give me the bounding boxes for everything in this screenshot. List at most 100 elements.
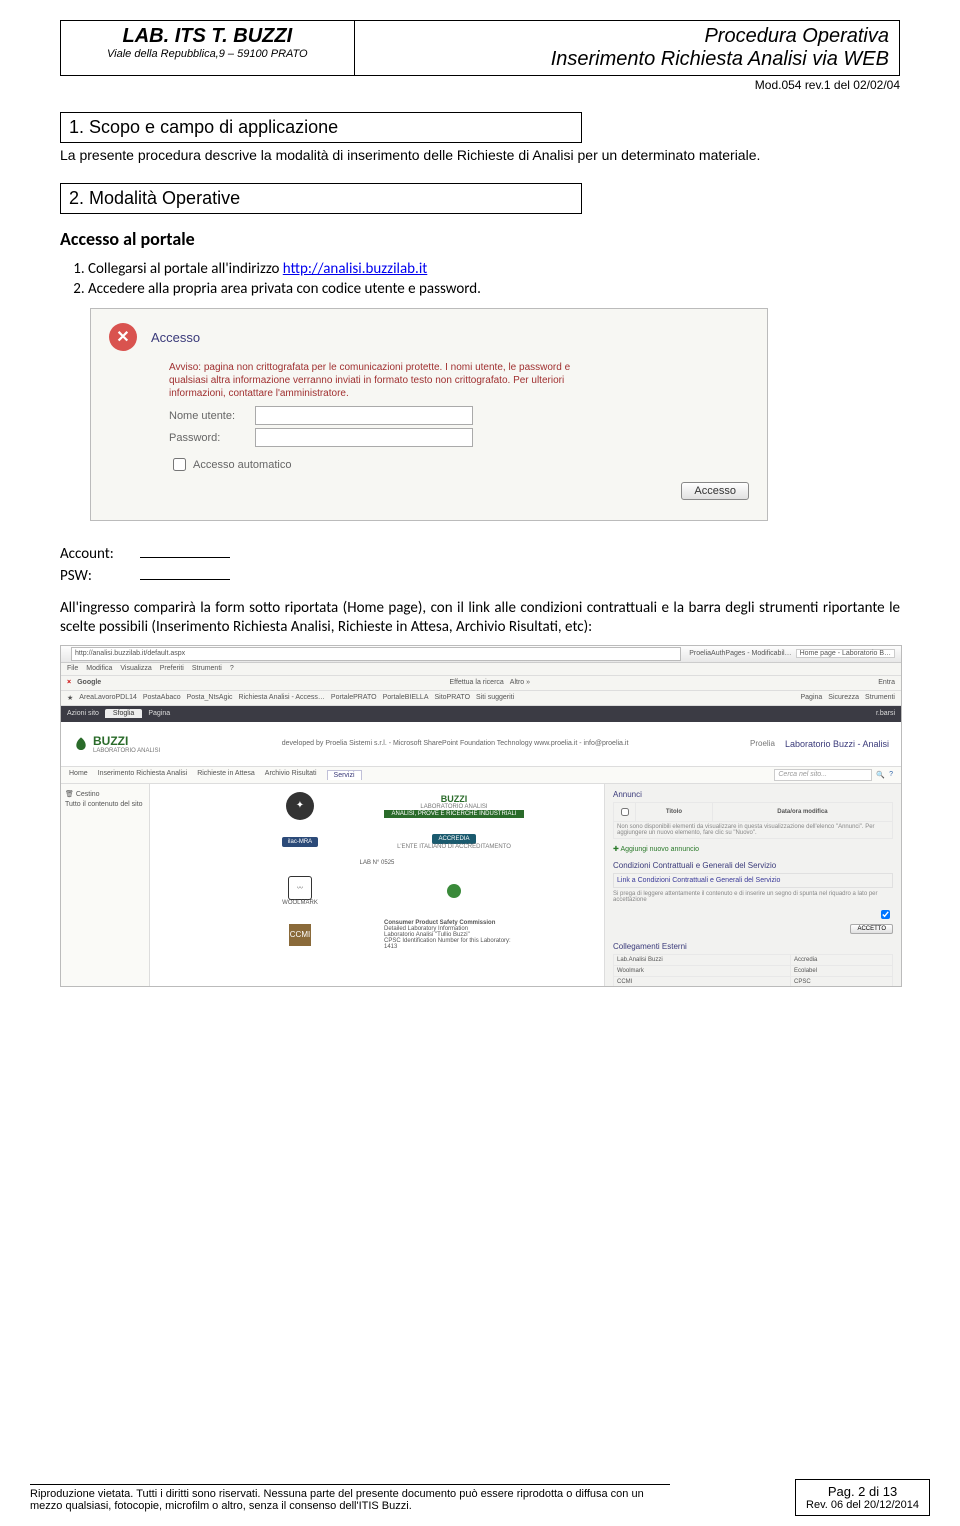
menu-strumenti[interactable]: Strumenti xyxy=(192,665,222,672)
favright-1[interactable]: Sicurezza xyxy=(828,694,859,701)
login-screenshot: ✕ Accesso Avviso: pagina non crittografa… xyxy=(90,308,768,521)
nav-archivio[interactable]: Archivio Risultati xyxy=(265,770,317,780)
menu-visualizza[interactable]: Visualizza xyxy=(120,665,151,672)
fav-1[interactable]: PostaAbaco xyxy=(143,694,181,701)
nav-home[interactable]: Home xyxy=(69,770,88,780)
ccmi-icon: CCMI xyxy=(289,924,311,946)
section-1-title: 1. Scopo e campo di applicazione xyxy=(60,112,582,143)
footer-page: Pag. 2 di 13 xyxy=(806,1484,919,1499)
link-ecolabel[interactable]: Ecolabel xyxy=(791,965,893,976)
lab-number: LAB N° 0525 xyxy=(160,860,594,866)
password-input[interactable] xyxy=(255,428,473,447)
username-input[interactable] xyxy=(255,406,473,425)
browser-tab-2[interactable]: Home page - Laboratorio B… xyxy=(796,649,895,658)
emblem-icon: ✦ xyxy=(286,792,314,820)
footer-rev: Rev. 06 del 20/12/2014 xyxy=(806,1499,919,1511)
annunci-th-data: Data/ora modifica xyxy=(712,802,892,821)
woolmark-label: WOOLMARK xyxy=(230,900,370,906)
accredia-badge: ACCREDIA xyxy=(432,834,475,844)
collegamenti-title: Collegamenti Esterni xyxy=(613,942,893,951)
annunci-empty: Non sono disponibili elementi da visuali… xyxy=(614,821,893,838)
step-1: Collegarsi al portale all'indirizzo http… xyxy=(88,260,900,278)
proelia-logo: Proelia xyxy=(750,739,775,748)
username-label: Nome utente: xyxy=(169,410,249,422)
search-icon[interactable]: 🔍 xyxy=(876,771,885,779)
auto-login-checkbox[interactable] xyxy=(173,458,186,471)
woolmark-icon: 〰 xyxy=(288,876,312,900)
menu-help[interactable]: ? xyxy=(230,665,234,672)
steps-list: Collegarsi al portale all'indirizzo http… xyxy=(88,260,900,298)
login-warning: Avviso: pagina non crittografata per le … xyxy=(169,361,599,400)
error-icon: ✕ xyxy=(109,323,137,351)
search-hint[interactable]: Effettua la ricerca xyxy=(449,679,503,686)
link-ccmi[interactable]: CCMI xyxy=(614,976,791,987)
browser-tab-1[interactable]: ProeliaAuthPages - Modificabil… xyxy=(689,650,791,657)
fav-6[interactable]: SitoPRATO xyxy=(435,694,471,701)
accredia-sub: L'ENTE ITALIANO DI ACCREDITAMENTO xyxy=(384,844,524,850)
url-bar[interactable]: http://analisi.buzzilab.it/default.aspx xyxy=(71,647,681,661)
right-lab-title: Laboratorio Buzzi - Analisi xyxy=(785,739,889,749)
favright-0[interactable]: Pagina xyxy=(801,694,823,701)
left-nav: 🗑 Cestino Tutto il contenuto del sito xyxy=(61,784,150,987)
link-accredia[interactable]: Accredia xyxy=(791,954,893,965)
azioni-sito[interactable]: Azioni sito xyxy=(67,710,99,717)
altro-link[interactable]: Altro » xyxy=(510,679,530,686)
site-search[interactable]: Cerca nel sito... xyxy=(774,769,872,781)
nav-richieste[interactable]: Richieste in Attesa xyxy=(197,770,255,780)
leftnav-cestino[interactable]: 🗑 Cestino xyxy=(65,790,145,798)
fav-5[interactable]: PortaleBIELLA xyxy=(383,694,429,701)
tab-pagina[interactable]: Pagina xyxy=(148,710,170,717)
portal-link[interactable]: http://analisi.buzzilab.it xyxy=(283,260,428,278)
condizioni-link[interactable]: Link a Condizioni Contrattuali e General… xyxy=(613,873,893,888)
doc-title-1: Procedura Operativa xyxy=(365,25,889,48)
center-text: developed by Proelia Sistemi s.r.l. - Mi… xyxy=(160,740,750,747)
page-footer: Riproduzione vietata. Tutti i diritti so… xyxy=(0,1473,960,1526)
subtitle-accesso: Accesso al portale xyxy=(60,228,900,250)
accetto-button[interactable]: ACCETTO xyxy=(850,924,893,934)
fav-3[interactable]: Richiesta Analisi - Access… xyxy=(239,694,325,701)
nav-inserimento[interactable]: Inserimento Richiesta Analisi xyxy=(98,770,188,780)
fav-0[interactable]: AreaLavoroPDL14 xyxy=(79,694,137,701)
fav-4[interactable]: PortalePRATO xyxy=(331,694,377,701)
doc-title-2: Inserimento Richiesta Analisi via WEB xyxy=(365,48,889,71)
condizioni-text: Si prega di leggere attentamente il cont… xyxy=(613,891,893,903)
add-annuncio[interactable]: ✚ Aggiungi nuovo annuncio xyxy=(613,845,893,853)
mod-revision: Mod.054 rev.1 del 02/02/04 xyxy=(60,78,900,92)
help-icon[interactable]: ? xyxy=(889,771,893,778)
login-title: Accesso xyxy=(151,330,200,345)
psw-label: PSW: xyxy=(60,567,140,585)
psw-line: PSW: xyxy=(60,567,900,585)
annunci-table: TitoloData/ora modifica Non sono disponi… xyxy=(613,802,893,839)
login-button[interactable]: Accesso xyxy=(681,482,749,500)
fav-2[interactable]: Posta_NtsAgic xyxy=(187,694,233,701)
browser-menus: File Modifica Visualizza Preferiti Strum… xyxy=(61,663,901,676)
menu-file[interactable]: File xyxy=(67,665,78,672)
ilac-badge: ilac-MRA xyxy=(282,837,318,847)
link-buzzi[interactable]: Lab.Analisi Buzzi xyxy=(614,954,791,965)
buzzi-logo: BUZZI LABORATORIO ANALISI xyxy=(73,734,160,754)
account-label: Account: xyxy=(60,545,140,563)
favorites-icon[interactable]: ★ xyxy=(67,694,73,702)
entra-link[interactable]: Entra xyxy=(878,679,895,686)
psw-blank xyxy=(140,579,230,580)
favright-2[interactable]: Strumenti xyxy=(865,694,895,701)
nav-servizi[interactable]: Servizi xyxy=(327,770,362,780)
fav-7[interactable]: Siti suggeriti xyxy=(476,694,514,701)
collegamenti-table: Lab.Analisi BuzziAccredia WoolmarkEcolab… xyxy=(613,954,893,987)
leftnav-tutto[interactable]: Tutto il contenuto del sito xyxy=(65,801,145,808)
link-cpsc[interactable]: CPSC xyxy=(791,976,893,987)
annunci-checkall[interactable] xyxy=(621,808,629,816)
password-label: Password: xyxy=(169,432,249,444)
step-2: Accedere alla propria area privata con c… xyxy=(88,280,900,298)
user-name[interactable]: r.barsi xyxy=(876,710,895,717)
tab-sfoglia[interactable]: Sfoglia xyxy=(105,709,142,718)
doc-header: LAB. ITS T. BUZZI Viale della Repubblica… xyxy=(60,20,900,76)
menu-preferiti[interactable]: Preferiti xyxy=(160,665,184,672)
menu-modifica[interactable]: Modifica xyxy=(86,665,112,672)
link-woolmark[interactable]: Woolmark xyxy=(614,965,791,976)
accetto-checkbox[interactable] xyxy=(881,910,890,919)
footer-text: Riproduzione vietata. Tutti i diritti so… xyxy=(30,1484,670,1512)
section-2-title: 2. Modalità Operative xyxy=(60,183,582,214)
google-label: Google xyxy=(77,679,101,686)
buzzi-logo-2-sub2: ANALISI, PROVE E RICERCHE INDUSTRIALI xyxy=(384,810,524,818)
